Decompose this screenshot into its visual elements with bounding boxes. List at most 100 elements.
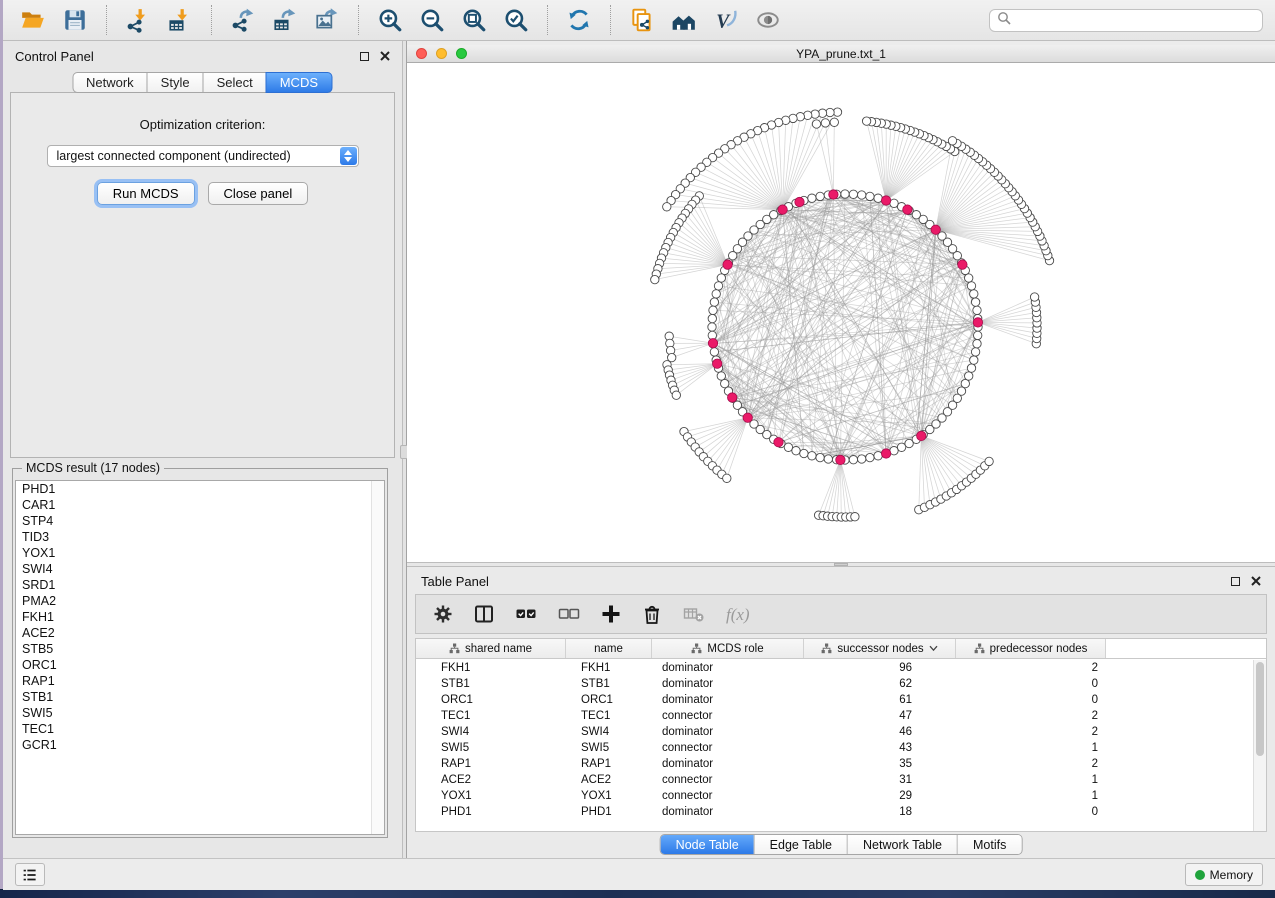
table-cell: FKH1 — [566, 662, 652, 674]
network-graph[interactable] — [407, 63, 1275, 562]
table-panel: Table Panel f(x) — [407, 567, 1275, 858]
table-scrollbar[interactable] — [1253, 660, 1266, 831]
mcds-result-item[interactable]: TEC1 — [16, 721, 384, 737]
table-row[interactable]: SWI5SWI5connector431 — [416, 740, 1253, 756]
deselect-all-icon[interactable] — [557, 603, 581, 625]
run-mcds-button[interactable]: Run MCDS — [97, 182, 195, 205]
tab-node-table[interactable]: Node Table — [661, 835, 754, 854]
memory-button[interactable]: Memory — [1185, 863, 1263, 886]
tab-network-table[interactable]: Network Table — [847, 835, 957, 854]
import-table-icon[interactable] — [162, 4, 198, 36]
toolbar-separator — [358, 5, 359, 35]
import-network-icon[interactable] — [120, 4, 156, 36]
show-columns-icon[interactable] — [473, 603, 495, 625]
float-panel-icon[interactable] — [360, 52, 369, 61]
table-row[interactable]: STB1STB1dominator620 — [416, 676, 1253, 692]
search-input[interactable] — [1016, 13, 1255, 27]
vizmapper-icon[interactable]: V — [708, 4, 744, 36]
save-session-icon[interactable] — [57, 4, 93, 36]
network-overview-icon[interactable] — [624, 4, 660, 36]
zoom-out-icon[interactable] — [414, 4, 450, 36]
delete-column-trash-icon[interactable] — [641, 603, 663, 625]
toolbar-separator — [610, 5, 611, 35]
table-cell: 18 — [804, 806, 956, 818]
home-pages-icon[interactable] — [666, 4, 702, 36]
mcds-result-item[interactable]: RAP1 — [16, 673, 384, 689]
mcds-result-item[interactable]: FKH1 — [16, 609, 384, 625]
column-header-successor-nodes[interactable]: successor nodes — [804, 639, 956, 658]
export-table-icon[interactable] — [267, 4, 303, 36]
export-network-icon[interactable] — [225, 4, 261, 36]
search-box[interactable] — [989, 9, 1263, 32]
select-all-icon[interactable] — [514, 603, 538, 625]
close-panel-button[interactable]: Close panel — [208, 182, 309, 205]
column-header-predecessor-nodes[interactable]: predecessor nodes — [956, 639, 1106, 658]
tab-mcds[interactable]: MCDS — [266, 72, 332, 93]
add-column-icon[interactable] — [600, 603, 622, 625]
mcds-result-item[interactable]: PMA2 — [16, 593, 384, 609]
table-row[interactable]: ORC1ORC1dominator610 — [416, 692, 1253, 708]
table-cell: 1 — [956, 742, 1106, 754]
open-file-icon[interactable] — [15, 4, 51, 36]
mcds-result-item[interactable]: GCR1 — [16, 737, 384, 753]
table-row[interactable]: ACE2ACE2connector311 — [416, 772, 1253, 788]
hide-show-icon[interactable] — [750, 4, 786, 36]
column-header-name[interactable]: name — [566, 639, 652, 658]
mcds-result-item[interactable]: STB1 — [16, 689, 384, 705]
float-panel-icon[interactable] — [1231, 577, 1240, 586]
table-settings-gear-icon[interactable] — [432, 603, 454, 625]
mcds-result-item[interactable]: TID3 — [16, 529, 384, 545]
mcds-result-item[interactable]: SWI5 — [16, 705, 384, 721]
window-maximize-icon[interactable] — [456, 48, 467, 59]
tab-style[interactable]: Style — [147, 72, 204, 93]
window-minimize-icon[interactable] — [436, 48, 447, 59]
mcds-result-item[interactable]: SRD1 — [16, 577, 384, 593]
table-row[interactable]: PHD1PHD1dominator180 — [416, 804, 1253, 820]
zoom-selected-icon[interactable] — [498, 4, 534, 36]
table-row[interactable]: FKH1FKH1dominator962 — [416, 660, 1253, 676]
mcds-result-list: PHD1CAR1STP4TID3YOX1SWI4SRD1PMA2FKH1ACE2… — [15, 480, 385, 835]
table-cell: connector — [652, 710, 804, 722]
network-canvas[interactable] — [407, 63, 1275, 562]
memory-label: Memory — [1210, 868, 1253, 882]
table-cell: YOX1 — [416, 790, 566, 802]
mcds-result-item[interactable]: YOX1 — [16, 545, 384, 561]
close-panel-icon[interactable] — [380, 51, 390, 61]
network-window-titlebar[interactable]: YPA_prune.txt_1 — [407, 45, 1275, 63]
divider-handle[interactable] — [834, 563, 848, 566]
mcds-result-item[interactable]: ORC1 — [16, 657, 384, 673]
table-row[interactable]: RAP1RAP1dominator352 — [416, 756, 1253, 772]
table-row[interactable]: YOX1YOX1connector291 — [416, 788, 1253, 804]
table-cell: 2 — [956, 662, 1106, 674]
mcds-result-item[interactable]: STP4 — [16, 513, 384, 529]
mcds-result-item[interactable]: CAR1 — [16, 497, 384, 513]
tab-motifs[interactable]: Motifs — [957, 835, 1021, 854]
mcds-result-item[interactable]: ACE2 — [16, 625, 384, 641]
table-cell: RAP1 — [416, 758, 566, 770]
optimization-criterion-select[interactable]: largest connected component (undirected) — [47, 145, 359, 167]
column-header-shared-name[interactable]: shared name — [416, 639, 566, 658]
table-cell: 96 — [804, 662, 956, 674]
zoom-fit-icon[interactable] — [456, 4, 492, 36]
tab-network[interactable]: Network — [72, 72, 148, 93]
table-cell: SWI4 — [566, 726, 652, 738]
mcds-result-item[interactable]: PHD1 — [16, 481, 384, 497]
scrollbar-thumb[interactable] — [1256, 662, 1264, 756]
mcds-result-item[interactable]: STB5 — [16, 641, 384, 657]
toolbar-separator — [211, 5, 212, 35]
export-image-icon[interactable] — [309, 4, 345, 36]
column-header-MCDS-role[interactable]: MCDS role — [652, 639, 804, 658]
table-row[interactable]: SWI4SWI4dominator462 — [416, 724, 1253, 740]
tab-edge-table[interactable]: Edge Table — [754, 835, 847, 854]
refresh-view-icon[interactable] — [561, 4, 597, 36]
mcds-result-item[interactable]: SWI4 — [16, 561, 384, 577]
tab-select[interactable]: Select — [203, 72, 267, 93]
svg-text:V: V — [716, 12, 731, 33]
mcds-list-scrollbar[interactable] — [371, 481, 384, 834]
window-close-icon[interactable] — [416, 48, 427, 59]
table-cell: SWI5 — [566, 742, 652, 754]
table-row[interactable]: TEC1TEC1connector472 — [416, 708, 1253, 724]
zoom-in-icon[interactable] — [372, 4, 408, 36]
close-panel-icon[interactable] — [1251, 576, 1261, 586]
task-history-button[interactable] — [15, 863, 45, 886]
